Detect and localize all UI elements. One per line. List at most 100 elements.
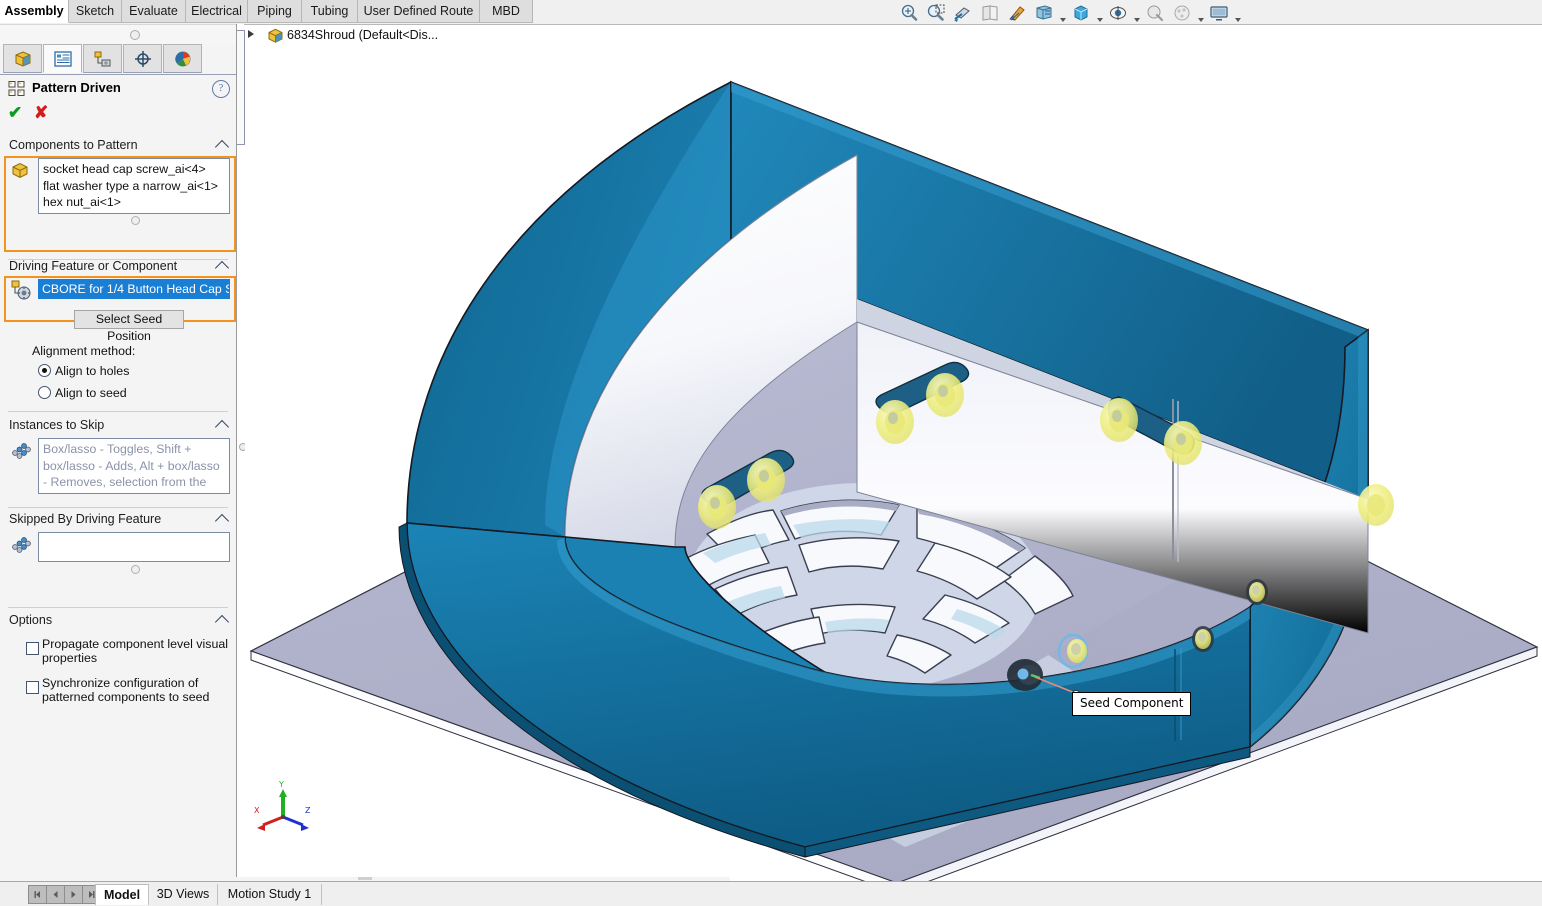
align-to-seed-label[interactable]: Align to seed — [55, 386, 127, 400]
ribbon-tab-assembly[interactable]: Assembly — [0, 0, 69, 23]
synchronize-configuration-label[interactable]: Synchronize configuration of patterned c… — [42, 676, 234, 704]
edit-appearance-icon[interactable] — [1142, 2, 1168, 24]
options-section: Options Propagate component level visual… — [0, 611, 236, 721]
chevron-up-icon[interactable] — [214, 419, 230, 435]
hide-show-items-icon[interactable] — [1105, 2, 1131, 24]
ribbon-tab-piping[interactable]: Piping — [248, 0, 302, 23]
skipped-by-driving-feature-header: Skipped By Driving Feature — [9, 512, 162, 526]
list-item[interactable]: flat washer type a narrow_ai<1> — [43, 178, 225, 195]
assembly-document-icon — [267, 27, 284, 47]
view-orientation-flat-icon[interactable] — [977, 2, 1003, 24]
apply-scene-dropdown[interactable] — [1196, 0, 1205, 27]
driving-feature-value[interactable]: CBORE for 1/4 Button Head Cap Scre — [39, 280, 229, 298]
radio-align-to-seed[interactable] — [38, 386, 51, 399]
skipped-by-driving-feature-field[interactable] — [38, 532, 230, 562]
align-to-holes-label[interactable]: Align to holes — [55, 364, 129, 378]
ribbon-tab-evaluate[interactable]: Evaluate — [122, 0, 186, 23]
bottom-tab-model[interactable]: Model — [95, 884, 149, 905]
list-item[interactable]: socket head cap screw_ai<4> — [43, 161, 225, 178]
ribbon-tab-user-defined-route[interactable]: User Defined Route — [358, 0, 480, 23]
apply-scene-icon[interactable] — [1004, 2, 1030, 24]
property-manager-panel: Pattern Driven ? ✔ ✘ Components to Patte… — [0, 24, 237, 881]
fastener-highlight — [1246, 579, 1268, 605]
instances-to-skip-icon — [10, 440, 32, 463]
ribbon-tab-mbd[interactable]: MBD — [480, 0, 533, 23]
section-view-icon[interactable] — [950, 2, 976, 24]
chevron-up-icon[interactable] — [214, 614, 230, 630]
instances-to-skip-section: Instances to Skip Box/lasso - Toggles, S… — [0, 416, 236, 506]
ribbon-tab-tubing[interactable]: Tubing — [302, 0, 358, 23]
solidworks-window: Assembly Sketch Evaluate Electrical Piping Tu… — [0, 0, 1542, 906]
configuration-manager-tab[interactable] — [83, 44, 122, 73]
select-seed-position-button[interactable]: Select Seed Position — [74, 310, 184, 343]
components-to-pattern-header: Components to Pattern — [9, 138, 138, 152]
nav-next-button[interactable] — [64, 885, 83, 904]
help-icon[interactable]: ? — [212, 80, 230, 98]
display-style-icon[interactable] — [1031, 2, 1057, 24]
fastener-highlight — [876, 400, 914, 444]
manager-tab-strip — [0, 44, 236, 75]
zoom-to-fit-icon[interactable] — [896, 2, 922, 24]
ok-button[interactable]: ✔ — [8, 103, 22, 123]
model-render: Y X Z — [249, 80, 1539, 881]
instances-to-skip-list[interactable]: Box/lasso - Toggles, Shift + box/lasso -… — [38, 438, 230, 494]
property-manager-tab[interactable] — [43, 44, 82, 73]
display-manager-tab[interactable] — [163, 44, 202, 73]
tab-nav-buttons — [28, 885, 101, 904]
view-toolbar — [896, 1, 1242, 25]
dimxpert-manager-tab[interactable] — [123, 44, 162, 73]
apply-scene2-icon[interactable] — [1169, 2, 1195, 24]
bottom-tab-motion-study-1[interactable]: Motion Study 1 — [218, 884, 322, 905]
cancel-button[interactable]: ✘ — [34, 103, 48, 123]
fastener-highlight — [1358, 484, 1394, 526]
resize-grip[interactable] — [131, 565, 140, 574]
coordinate-triad: Y X Z — [254, 780, 311, 831]
view-settings-icon[interactable] — [1206, 2, 1232, 24]
feature-manager-tab[interactable] — [3, 44, 42, 73]
panel-pin-handle[interactable] — [130, 30, 140, 40]
ribbon-tab-bar: Assembly Sketch Evaluate Electrical Piping Tu… — [0, 0, 1542, 25]
chevron-up-icon[interactable] — [214, 139, 230, 155]
resize-grip[interactable] — [131, 216, 140, 225]
driving-feature-section: Driving Feature or Component CBORE for 1… — [0, 257, 236, 307]
components-to-pattern-section: Components to Pattern socket head cap sc… — [0, 136, 236, 232]
components-to-pattern-list[interactable]: socket head cap screw_ai<4> flat washer … — [38, 158, 230, 214]
divider — [8, 507, 228, 508]
expand-triangle-icon[interactable] — [248, 30, 254, 38]
ribbon-tab-sketch[interactable]: Sketch — [69, 0, 122, 23]
nav-first-button[interactable] — [28, 885, 47, 904]
graphics-viewport[interactable]: Y X Z — [245, 47, 1542, 881]
driving-feature-field[interactable]: CBORE for 1/4 Button Head Cap Scre — [38, 279, 230, 299]
bottom-tab-3d-views[interactable]: 3D Views — [149, 884, 218, 905]
page-title: Pattern Driven — [32, 80, 121, 95]
panel-flyout-handle[interactable] — [237, 30, 245, 145]
chevron-up-icon[interactable] — [214, 513, 230, 529]
view-orientation-cube-icon[interactable] — [1068, 2, 1094, 24]
fastener-highlight — [926, 373, 964, 417]
bottom-splitter-grip[interactable] — [358, 877, 372, 880]
instances-to-skip-header: Instances to Skip — [9, 418, 105, 432]
zoom-to-area-icon[interactable] — [923, 2, 949, 24]
checkbox-propagate-visual-properties[interactable] — [26, 642, 39, 655]
divider — [8, 411, 228, 412]
component-selection-icon — [10, 160, 32, 183]
view-orientation-dropdown[interactable] — [1095, 0, 1104, 27]
checkbox-synchronize-configuration[interactable] — [26, 681, 39, 694]
view-settings-dropdown[interactable] — [1233, 0, 1242, 27]
instances-to-skip-hint: Box/lasso - Toggles, Shift + box/lasso -… — [43, 442, 220, 493]
driving-feature-header: Driving Feature or Component — [9, 259, 178, 273]
feature-tree-root-label[interactable]: 6834Shroud (Default<Dis... — [287, 28, 438, 42]
radio-align-to-holes[interactable] — [38, 364, 51, 377]
propagate-visual-properties-label[interactable]: Propagate component level visual propert… — [42, 637, 234, 665]
display-style-dropdown[interactable] — [1058, 0, 1067, 27]
ribbon-tab-electrical[interactable]: Electrical — [186, 0, 248, 23]
hide-show-dropdown[interactable] — [1132, 0, 1141, 27]
list-item[interactable]: hex nut_ai<1> — [43, 194, 225, 211]
fastener-highlight — [747, 458, 785, 502]
alignment-method-section: Alignment method: Align to holes Align t… — [0, 336, 236, 400]
fastener-highlight — [1164, 421, 1202, 465]
nav-prev-button[interactable] — [46, 885, 65, 904]
chevron-up-icon[interactable] — [214, 260, 230, 276]
skipped-instances-icon — [10, 534, 32, 557]
panel-pin-bar — [0, 24, 236, 45]
